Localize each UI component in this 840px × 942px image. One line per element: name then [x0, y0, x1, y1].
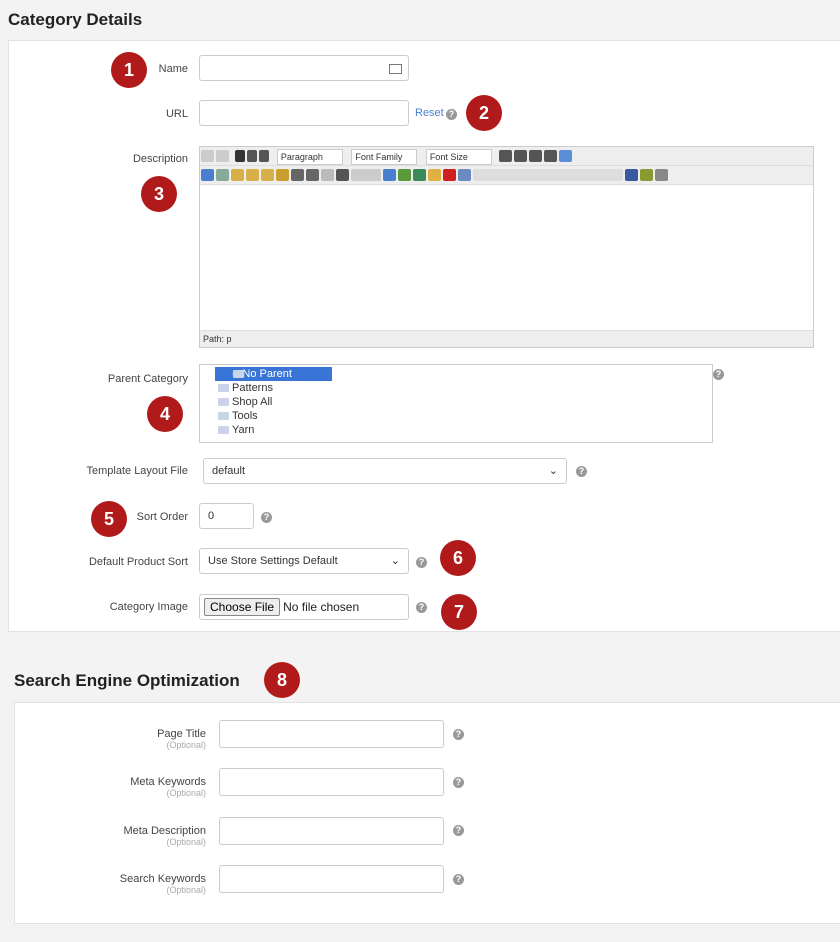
media-icon[interactable]: [413, 169, 426, 181]
youtube-icon[interactable]: [443, 169, 456, 181]
badge-1: 1: [111, 52, 147, 88]
tree-item-tools[interactable]: Tools: [200, 409, 712, 423]
seo-title: Search Engine Optimization: [14, 671, 240, 690]
highlight-icon[interactable]: [640, 169, 653, 181]
horizontal-rule-icon[interactable]: [655, 169, 668, 181]
description-label: Description: [132, 153, 188, 165]
badge-3: 3: [141, 176, 177, 212]
product-sort-select[interactable]: Use Store Settings Default ⌄: [199, 548, 409, 574]
help-icon[interactable]: ?: [713, 369, 724, 380]
product-sort-label: Default Product Sort: [88, 556, 188, 568]
help-icon[interactable]: ?: [261, 512, 272, 523]
align-center-icon[interactable]: [514, 150, 528, 162]
font-family-select[interactable]: Font Family: [351, 149, 418, 165]
html-icon[interactable]: [458, 169, 471, 181]
meta-description-label: Meta Description (Optional): [123, 825, 206, 847]
search-keywords-input[interactable]: [219, 865, 444, 893]
category-image-label: Category Image: [109, 601, 188, 613]
help-icon[interactable]: ?: [453, 729, 464, 740]
badge-6: 6: [440, 540, 476, 576]
badge-4: 4: [147, 396, 183, 432]
sort-order-label: Sort Order: [136, 511, 188, 523]
underline-icon[interactable]: [259, 150, 270, 162]
meta-keywords-input[interactable]: [219, 768, 444, 796]
help-icon[interactable]: ?: [453, 825, 464, 836]
help-icon[interactable]: ?: [453, 777, 464, 788]
outdent-icon[interactable]: [321, 169, 334, 181]
anchor-icon[interactable]: [383, 169, 396, 181]
help-icon[interactable]: ?: [576, 466, 587, 477]
card-icon: [389, 64, 402, 74]
url-input[interactable]: [199, 100, 409, 126]
parent-category-tree[interactable]: -- No Parent Category -- Patterns Shop A…: [199, 364, 713, 443]
tree-item-shop-all[interactable]: Shop All: [200, 395, 712, 409]
category-details-title: Category Details: [8, 10, 143, 29]
category-image-input[interactable]: Choose File No file chosen: [199, 594, 409, 620]
numbered-list-icon[interactable]: [306, 169, 319, 181]
page-title-label: Page Title (Optional): [157, 728, 206, 750]
url-label: URL: [165, 108, 188, 120]
badge-5: 5: [91, 501, 127, 537]
search-keywords-label: Search Keywords (Optional): [119, 873, 206, 895]
tree-item-patterns[interactable]: Patterns: [200, 381, 712, 395]
paragraph-select[interactable]: Paragraph: [276, 149, 343, 165]
indent-icon[interactable]: [336, 169, 349, 181]
align-right-icon[interactable]: [529, 150, 543, 162]
meta-description-input[interactable]: [219, 817, 444, 845]
help-icon[interactable]: ?: [453, 874, 464, 885]
copy-icon[interactable]: [216, 169, 229, 181]
template-select[interactable]: default ⌄: [203, 458, 567, 484]
paste-text-icon[interactable]: [246, 169, 259, 181]
badge-8: 8: [264, 662, 300, 698]
name-label: Name: [158, 63, 188, 75]
emoticon-icon[interactable]: [428, 169, 441, 181]
page-title-input[interactable]: [219, 720, 444, 748]
editor-toolbar-row-2: [200, 166, 813, 185]
template-label: Template Layout File: [86, 465, 189, 477]
description-editor[interactable]: Paragraph Font Family Font Size Path: p: [199, 146, 814, 348]
cut-icon[interactable]: [201, 169, 214, 181]
justify-icon[interactable]: [544, 150, 558, 162]
editor-toolbar-row-1: Paragraph Font Family Font Size: [200, 147, 813, 166]
bullet-list-icon[interactable]: [291, 169, 304, 181]
bold-icon[interactable]: [235, 150, 246, 162]
reset-link[interactable]: Reset: [415, 107, 444, 119]
sort-order-input[interactable]: 0: [199, 503, 254, 529]
badge-7: 7: [441, 594, 477, 630]
fullscreen-icon[interactable]: [559, 150, 573, 162]
cleanup-icon[interactable]: [276, 169, 289, 181]
help-icon[interactable]: ?: [416, 602, 427, 613]
align-left-icon[interactable]: [499, 150, 513, 162]
parent-category-label: Parent Category: [107, 373, 188, 385]
help-icon[interactable]: ?: [446, 109, 457, 120]
choose-file-button[interactable]: Choose File: [204, 598, 281, 616]
editor-path: Path: p: [200, 330, 813, 347]
name-input[interactable]: [199, 55, 409, 81]
chevron-down-icon: ⌄: [390, 555, 400, 567]
meta-keywords-label: Meta Keywords (Optional): [130, 776, 206, 798]
text-color-icon[interactable]: [625, 169, 638, 181]
italic-icon[interactable]: [247, 150, 258, 162]
chevron-down-icon: ⌄: [548, 465, 558, 477]
tree-item-none[interactable]: -- No Parent Category --: [215, 367, 332, 394]
paste-icon[interactable]: [231, 169, 244, 181]
paste-word-icon[interactable]: [261, 169, 274, 181]
help-icon[interactable]: ?: [416, 557, 427, 568]
badge-2: 2: [466, 95, 502, 131]
tree-item-yarn[interactable]: Yarn: [200, 423, 712, 437]
font-size-select[interactable]: Font Size: [425, 149, 492, 165]
image-icon[interactable]: [398, 169, 411, 181]
